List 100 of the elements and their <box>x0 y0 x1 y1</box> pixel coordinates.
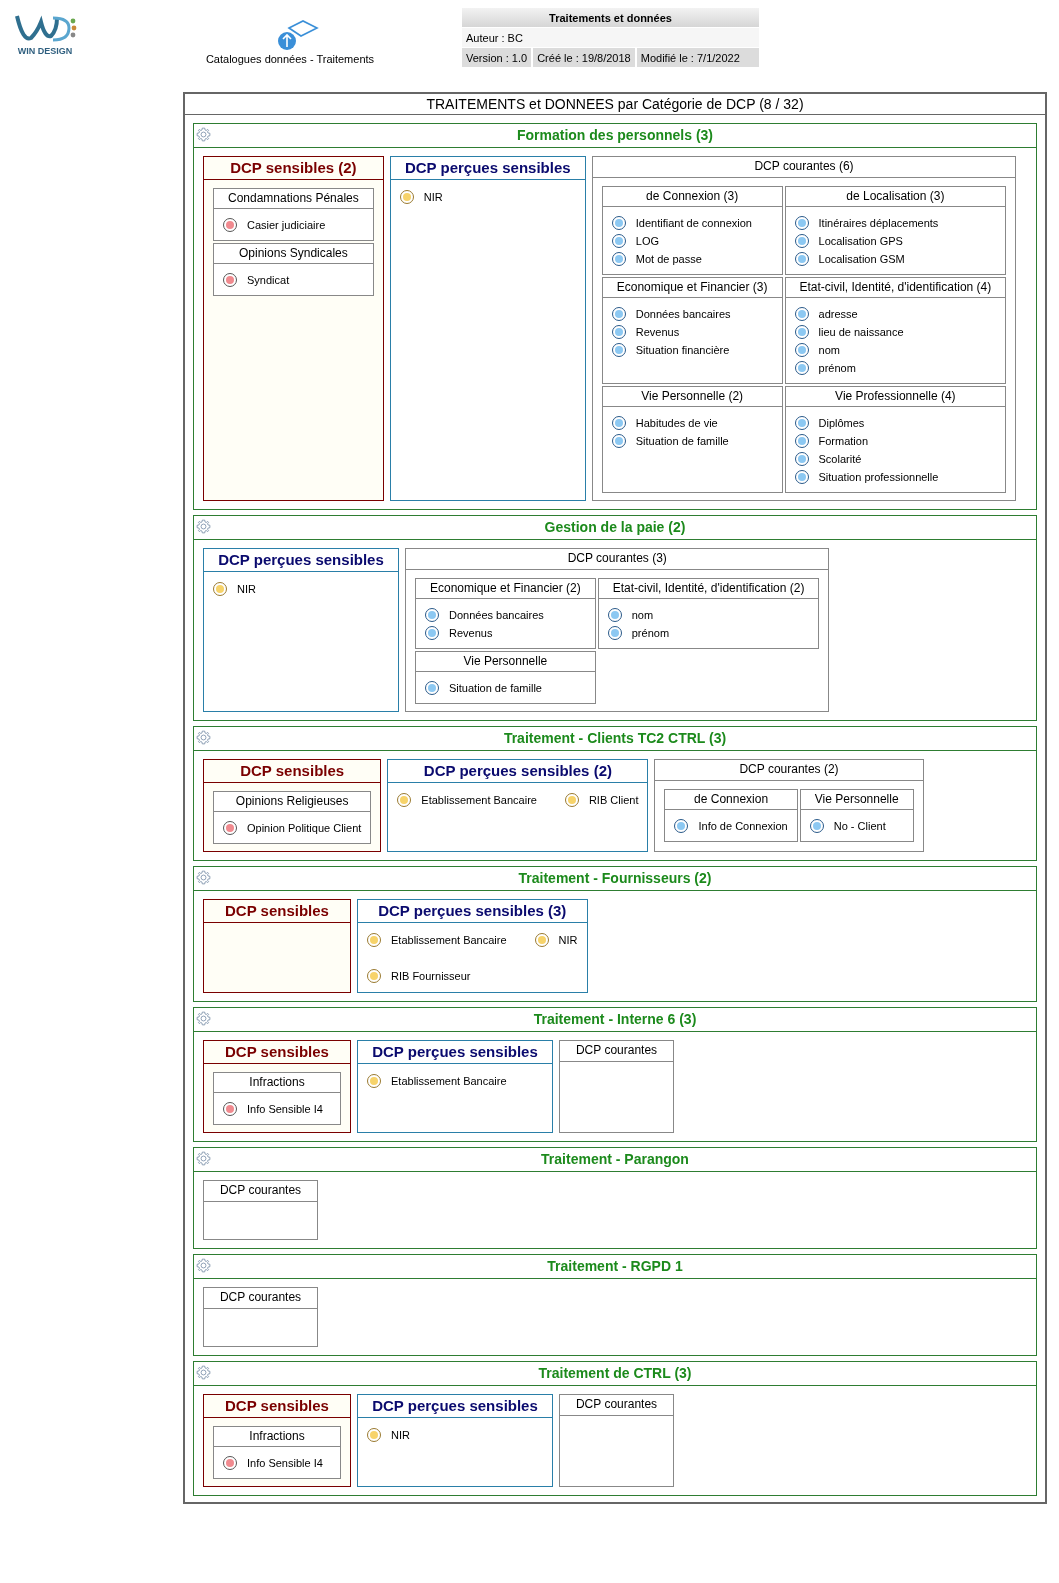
panel-title: DCP perçues sensibles <box>204 549 398 572</box>
gear-icon[interactable] <box>196 519 211 534</box>
data-item-icon <box>611 416 626 430</box>
data-item-label: nom <box>818 344 840 356</box>
gear-icon[interactable] <box>196 870 211 885</box>
logo-wordmark: WIN DESIGN <box>17 46 73 56</box>
panel-title: DCP sensibles <box>204 900 350 923</box>
info-author: Auteur : BC <box>462 27 759 47</box>
info-version: Version : 1.0 <box>462 48 532 67</box>
data-item-icon <box>223 1456 237 1470</box>
data-item-icon <box>794 416 809 430</box>
data-item-label: NIR <box>558 934 578 946</box>
data-item-icon <box>564 793 579 807</box>
data-item-icon <box>425 681 439 695</box>
data-item-icon <box>611 307 626 321</box>
data-item-icon <box>399 190 414 204</box>
data-item-label: adresse <box>818 308 858 320</box>
data-item-label: Situation professionnelle <box>818 471 939 483</box>
category-title: Economique et Financier (3) <box>602 278 782 298</box>
category-title: Etat-civil, Identité, d'identification (4) <box>785 278 1006 298</box>
data-item-icon <box>607 608 622 622</box>
data-item-label: Info de Connexion <box>698 820 788 832</box>
category-title: de Connexion <box>665 790 797 810</box>
data-item-icon <box>611 325 626 339</box>
gear-icon[interactable] <box>196 1151 211 1166</box>
data-item-label: No - Client <box>833 820 886 832</box>
data-item-label: LOG <box>635 235 659 247</box>
section-title: Traitement - Fournisseurs (2) <box>518 870 712 886</box>
panel-title: DCP sensibles <box>204 1395 350 1418</box>
data-item-label: NIR <box>237 583 256 595</box>
data-item-icon <box>809 819 824 833</box>
data-item-icon <box>213 582 227 596</box>
panel-title: DCP sensibles <box>204 760 381 783</box>
data-item-icon <box>611 252 626 266</box>
data-item-icon <box>794 452 809 466</box>
panel-title: DCP courantes <box>204 1181 317 1202</box>
section-title: Gestion de la paie (2) <box>544 519 686 535</box>
data-item-icon <box>611 434 626 448</box>
panel-title: DCP courantes <box>560 1395 673 1416</box>
data-item-label: Itinéraires déplacements <box>818 217 939 229</box>
data-item-icon <box>223 821 237 835</box>
data-item-icon <box>223 1102 237 1116</box>
gear-icon[interactable] <box>196 730 211 745</box>
section-title: Traitement - Clients TC2 CTRL (3) <box>503 730 727 746</box>
data-item-label: Info Sensible I4 <box>247 1103 323 1115</box>
panel-title: DCP sensibles <box>204 1041 350 1064</box>
category-title: Opinions Syndicales <box>214 244 373 264</box>
data-item-label: NIR <box>423 191 443 203</box>
category-title: Vie Professionnelle (4) <box>785 387 1006 407</box>
data-item-label: lieu de naissance <box>818 326 904 338</box>
data-item-label: Situation de famille <box>635 435 729 447</box>
data-item-label: Etablissement Bancaire <box>391 1075 507 1087</box>
data-item-label: RIB Fournisseur <box>391 970 471 982</box>
data-item-label: Données bancaires <box>449 609 544 621</box>
arrow-circle-icon[interactable] <box>275 20 319 52</box>
data-item-label: Revenus <box>635 326 680 338</box>
data-item-label: Info Sensible I4 <box>247 1457 323 1469</box>
category-title: Infractions <box>214 1073 340 1093</box>
data-item-icon <box>794 307 809 321</box>
data-item-icon <box>367 1074 381 1088</box>
data-item-icon <box>611 343 626 357</box>
data-item-label: Diplômes <box>818 417 865 429</box>
section-title: Formation des personnels (3) <box>516 127 713 143</box>
data-item-icon <box>611 234 626 248</box>
data-item-icon <box>674 819 689 833</box>
data-item-icon <box>534 933 549 947</box>
gear-icon[interactable] <box>196 127 211 142</box>
gear-icon[interactable] <box>196 1365 211 1380</box>
data-item-label: Localisation GSM <box>818 253 905 265</box>
data-item-label: NIR <box>391 1429 410 1441</box>
panel-title: DCP perçues sensibles (2) <box>388 760 648 783</box>
data-item-icon <box>397 793 412 807</box>
data-item-label: Localisation GPS <box>818 235 903 247</box>
data-item-label: Syndicat <box>247 274 290 286</box>
category-title: de Localisation (3) <box>785 187 1006 207</box>
data-item-icon <box>794 325 809 339</box>
data-item-icon <box>611 216 626 230</box>
data-item-icon <box>794 234 809 248</box>
gear-icon[interactable] <box>196 1258 211 1273</box>
panel-title: DCP courantes <box>560 1041 673 1062</box>
data-item-icon <box>223 218 237 232</box>
gear-icon[interactable] <box>196 1011 211 1026</box>
data-item-label: nom <box>631 609 654 621</box>
data-item-label: RIB Client <box>588 794 639 806</box>
data-item-icon <box>794 361 809 375</box>
category-title: Vie Personnelle (2) <box>602 387 782 407</box>
data-item-label: Etablissement Bancaire <box>421 794 537 806</box>
data-item-icon <box>794 252 809 266</box>
data-item-label: Identifiant de connexion <box>635 217 752 229</box>
info-modified: Modifié le : 7/1/2022 <box>636 48 759 67</box>
data-item-icon <box>367 1428 381 1442</box>
panel-title: DCP perçues sensibles (3) <box>358 900 587 923</box>
category-title: Vie Personnelle <box>800 790 913 810</box>
catalog-label[interactable]: Catalogues données - Traitements <box>205 53 375 65</box>
info-created: Créé le : 19/8/2018 <box>533 48 635 67</box>
panel-title: DCP courantes (3) <box>406 549 829 570</box>
data-item-label: Etablissement Bancaire <box>391 934 507 946</box>
diagram-title: TRAITEMENTS et DONNEES par Catégorie de DCP (8 / 32) <box>185 94 1045 115</box>
section-title: Traitement - Parangon <box>541 1151 689 1167</box>
panel-title: DCP perçues sensibles <box>358 1395 552 1418</box>
